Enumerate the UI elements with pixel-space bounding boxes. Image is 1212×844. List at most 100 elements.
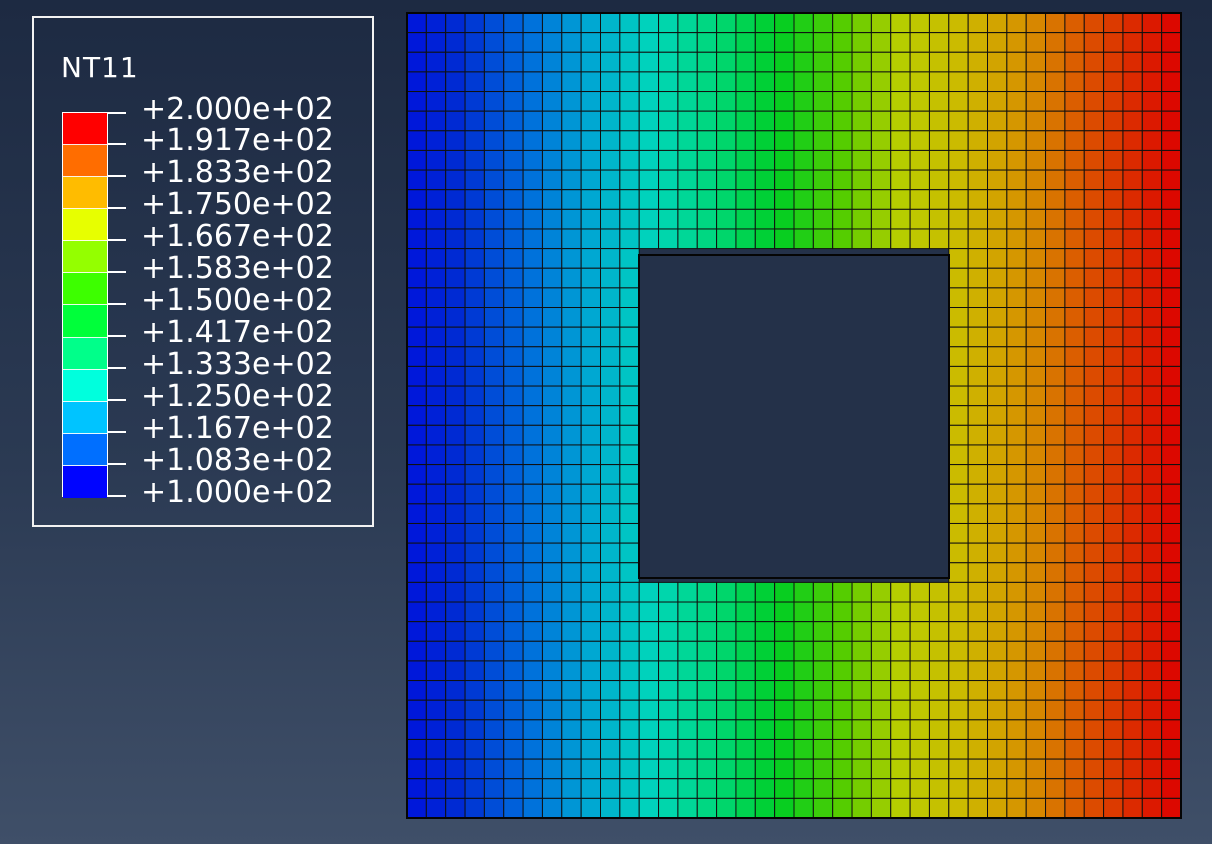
mesh-element bbox=[600, 365, 621, 387]
mesh-element bbox=[483, 522, 505, 544]
mesh-element bbox=[948, 228, 969, 250]
mesh-element bbox=[716, 71, 737, 93]
mesh-element bbox=[541, 287, 563, 309]
mesh-element bbox=[445, 699, 466, 721]
mesh-element bbox=[483, 307, 505, 328]
viewport: NT11 +2.000e+02 +1.917e+02 +1.833e+02 +1… bbox=[0, 0, 1212, 844]
mesh-element bbox=[1006, 699, 1027, 721]
mesh-element bbox=[696, 581, 718, 603]
mesh-element bbox=[1006, 267, 1027, 289]
mesh-element bbox=[696, 660, 718, 682]
mesh-element bbox=[987, 248, 1008, 269]
mesh-element bbox=[677, 581, 698, 603]
mesh-element bbox=[909, 778, 930, 799]
mesh-element bbox=[425, 71, 447, 93]
mesh-element bbox=[909, 660, 930, 682]
mesh-element bbox=[774, 91, 795, 112]
mesh-element bbox=[522, 464, 543, 485]
mesh-element bbox=[522, 699, 543, 721]
mesh-element bbox=[406, 699, 427, 721]
mesh-element bbox=[1025, 110, 1047, 132]
mesh-element bbox=[677, 71, 698, 93]
mesh-element bbox=[600, 71, 621, 93]
mesh-element bbox=[561, 680, 582, 701]
mesh-element bbox=[987, 287, 1008, 309]
mesh-element bbox=[445, 444, 466, 466]
mesh-element bbox=[890, 110, 911, 132]
mesh-element bbox=[503, 130, 524, 151]
mesh-element bbox=[1141, 248, 1163, 269]
mesh-element bbox=[890, 91, 911, 112]
mesh-element bbox=[1064, 640, 1085, 662]
mesh-element bbox=[425, 778, 447, 799]
mesh-element bbox=[967, 189, 989, 210]
mesh-element bbox=[658, 660, 679, 682]
mesh-element bbox=[503, 110, 524, 132]
mesh-element bbox=[948, 660, 969, 682]
mesh-element bbox=[812, 51, 834, 73]
mesh-element bbox=[1064, 228, 1085, 250]
mesh-element bbox=[561, 758, 582, 780]
mesh-element bbox=[406, 365, 427, 387]
mesh-element bbox=[987, 346, 1008, 367]
mesh-element bbox=[851, 71, 872, 93]
mesh-element bbox=[909, 32, 930, 53]
mesh-element bbox=[1025, 51, 1047, 73]
mesh-element bbox=[1103, 758, 1124, 780]
mesh-element bbox=[1103, 719, 1124, 740]
mesh-element bbox=[870, 699, 892, 721]
mesh-element bbox=[561, 640, 582, 662]
mesh-element bbox=[619, 130, 640, 151]
mesh-element bbox=[580, 621, 602, 642]
mesh-element bbox=[1122, 680, 1143, 701]
mesh-element bbox=[987, 385, 1008, 407]
mesh-element bbox=[503, 424, 524, 446]
mesh-element bbox=[967, 699, 989, 721]
mesh-element bbox=[1161, 149, 1182, 171]
mesh-element bbox=[406, 778, 427, 799]
mesh-element bbox=[851, 149, 872, 171]
mesh-element bbox=[1083, 346, 1105, 367]
mesh-element bbox=[1025, 365, 1047, 387]
mesh-element bbox=[619, 405, 640, 426]
mesh-element bbox=[716, 581, 737, 603]
mesh-element bbox=[619, 562, 640, 583]
mesh-element bbox=[793, 797, 814, 819]
mesh-element bbox=[1122, 464, 1143, 485]
mesh-element bbox=[522, 581, 543, 603]
mesh-element bbox=[928, 778, 950, 799]
mesh-element bbox=[600, 307, 621, 328]
mesh-element bbox=[928, 110, 950, 132]
mesh-element bbox=[1122, 601, 1143, 623]
mesh-element bbox=[503, 680, 524, 701]
mesh-element bbox=[580, 228, 602, 250]
mesh-element bbox=[619, 758, 640, 780]
mesh-element bbox=[1006, 424, 1027, 446]
mesh-element bbox=[522, 680, 543, 701]
mesh-element bbox=[774, 778, 795, 799]
mesh-element bbox=[696, 32, 718, 53]
mesh-element bbox=[561, 307, 582, 328]
mesh-element bbox=[1141, 464, 1163, 485]
mesh-element bbox=[1025, 248, 1047, 269]
mesh-element bbox=[716, 660, 737, 682]
mesh-element bbox=[1083, 169, 1105, 191]
mesh-element bbox=[1025, 621, 1047, 642]
mesh-element bbox=[754, 699, 776, 721]
mesh-element bbox=[464, 581, 485, 603]
mesh-element bbox=[1161, 640, 1182, 662]
mesh-element bbox=[870, 71, 892, 93]
mesh-element bbox=[580, 71, 602, 93]
mesh-element bbox=[600, 699, 621, 721]
mesh-element bbox=[832, 208, 853, 230]
mesh-element bbox=[812, 110, 834, 132]
mesh-element bbox=[425, 248, 447, 269]
mesh-element bbox=[1006, 660, 1027, 682]
mesh-element bbox=[1122, 797, 1143, 819]
mesh-element bbox=[967, 228, 989, 250]
mesh-element bbox=[1064, 326, 1085, 348]
mesh-element bbox=[658, 208, 679, 230]
mesh-element bbox=[541, 365, 563, 387]
mesh-element bbox=[1025, 640, 1047, 662]
mesh-element bbox=[1141, 32, 1163, 53]
